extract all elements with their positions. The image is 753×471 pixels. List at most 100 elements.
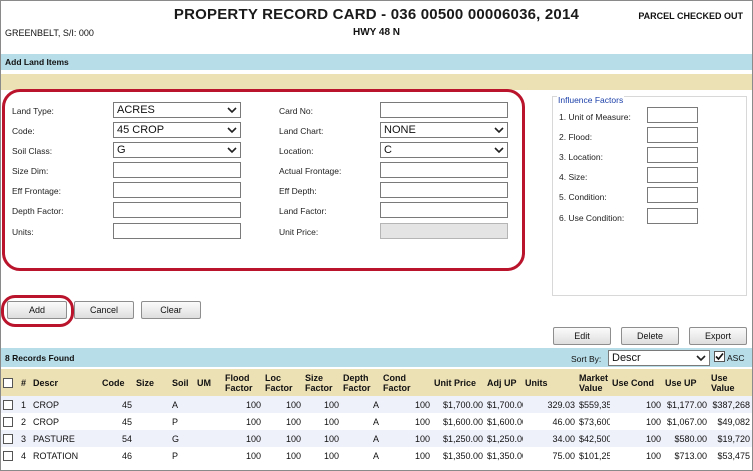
table-cell: 100 [223,447,263,464]
land-type-select[interactable]: ACRES [113,102,241,118]
land-chart-value: NONE [384,124,416,136]
table-cell: 100 [381,396,432,413]
table-row[interactable]: 4 ROTATION 46 P 100 100 100 A 100 $1,350.00 $1,350… [1,447,752,464]
sort-by-label: Sort By: [571,354,602,364]
column-header[interactable]: Code [100,369,134,396]
column-header[interactable]: Units [523,369,577,396]
row-select-cell[interactable] [1,396,19,413]
table-row[interactable]: 3 PASTURE 54 G 100 100 100 A 100 $1,250.00 $1,250.… [1,430,752,447]
table-cell: $1,250.00 [485,430,523,447]
chevron-down-icon [227,147,237,154]
column-header[interactable]: Unit Price [432,369,485,396]
table-cell: 46.00 [523,413,577,430]
checkout-status: PARCEL CHECKED OUT [638,11,743,21]
actual-frontage-input[interactable] [380,162,508,178]
table-cell [195,396,223,413]
edit-button[interactable]: Edit [553,327,611,345]
influence-unit-label: 1. Unit of Measure: [559,112,631,122]
column-header[interactable]: # [19,369,31,396]
units-input[interactable] [113,223,241,239]
row-checkbox[interactable] [3,399,13,410]
column-header[interactable]: Depth Factor [341,369,381,396]
table-cell: 100 [303,447,341,464]
delete-button[interactable]: Delete [621,327,679,345]
card-no-input[interactable] [380,102,508,118]
select-all-cell[interactable] [1,369,19,396]
chevron-down-icon [494,147,504,154]
table-cell: 100 [610,447,663,464]
chevron-down-icon [696,355,706,362]
column-header[interactable]: Descr [31,369,100,396]
table-cell: 100 [610,413,663,430]
soil-class-select[interactable]: G [113,142,241,158]
land-factor-input[interactable] [380,202,508,218]
column-header[interactable]: Size Factor [303,369,341,396]
table-cell: $1,700.00 [485,396,523,413]
influence-location-input[interactable] [647,147,698,163]
checkmark-icon [715,352,724,361]
table-cell: $1,600.00 [485,413,523,430]
eff-depth-label: Eff Depth: [279,186,317,196]
depth-factor-input[interactable] [113,202,241,218]
row-checkbox[interactable] [3,416,13,427]
column-header[interactable]: Use Cond [610,369,663,396]
table-cell: 45 [100,413,134,430]
table-cell [134,396,170,413]
influence-use-condition-label: 6. Use Condition: [559,213,625,223]
influence-unit-input[interactable] [647,107,698,123]
column-header[interactable]: Market Value [577,369,610,396]
table-cell: $387,268 [709,396,752,413]
influence-location-label: 3. Location: [559,152,603,162]
influence-use-condition-input[interactable] [647,208,698,224]
column-header[interactable]: Loc Factor [263,369,303,396]
table-cell: $580.00 [663,430,709,447]
eff-frontage-input[interactable] [113,182,241,198]
column-header[interactable]: UM [195,369,223,396]
influence-flood-input[interactable] [647,127,698,143]
influence-flood-label: 2. Flood: [559,132,593,142]
row-select-cell[interactable] [1,447,19,464]
export-button[interactable]: Export [689,327,747,345]
cancel-button[interactable]: Cancel [74,301,134,319]
location-select[interactable]: C [380,142,508,158]
row-select-cell[interactable] [1,413,19,430]
column-header[interactable]: Size [134,369,170,396]
column-header[interactable]: Adj UP [485,369,523,396]
add-button[interactable]: Add [7,301,67,319]
table-cell: 100 [381,430,432,447]
clear-button[interactable]: Clear [141,301,201,319]
soil-class-label: Soil Class: [12,146,53,156]
table-row[interactable]: 2CROP45P100100100A100$1,600.00$1,600.004… [1,413,752,430]
table-cell [134,447,170,464]
sort-by-select[interactable]: Descr [608,350,710,366]
influence-condition-input[interactable] [647,187,698,203]
row-checkbox[interactable] [3,450,13,461]
table-cell: 1 [19,396,31,413]
unit-price-input [380,223,508,239]
column-header[interactable]: Use Value [709,369,752,396]
table-cell: A [341,430,381,447]
table-cell: $713.00 [663,447,709,464]
table-cell: 100 [381,413,432,430]
column-header[interactable]: Soil [170,369,195,396]
row-select-cell[interactable] [1,430,19,447]
code-select[interactable]: 45 CROP [113,122,241,138]
select-all-checkbox[interactable] [3,377,13,388]
size-dim-input[interactable] [113,162,241,178]
influence-size-input[interactable] [647,167,698,183]
table-row[interactable]: 1CROP45A100100100A100$1,700.00$1,700.003… [1,396,752,413]
eff-depth-input[interactable] [380,182,508,198]
column-header[interactable]: Use UP [663,369,709,396]
table-cell: $42,500 [577,430,610,447]
column-header[interactable]: Flood Factor [223,369,263,396]
land-chart-select[interactable]: NONE [380,122,508,138]
column-header[interactable]: Cond Factor [381,369,432,396]
table-cell: CROP [31,413,100,430]
row-checkbox[interactable] [3,433,13,444]
table-cell [195,413,223,430]
table-cell: 100 [610,430,663,447]
asc-checkbox[interactable] [714,351,725,362]
location-label: Location: [279,146,314,156]
table-cell: $559,351 [577,396,610,413]
table-cell: $1,700.00 [432,396,485,413]
